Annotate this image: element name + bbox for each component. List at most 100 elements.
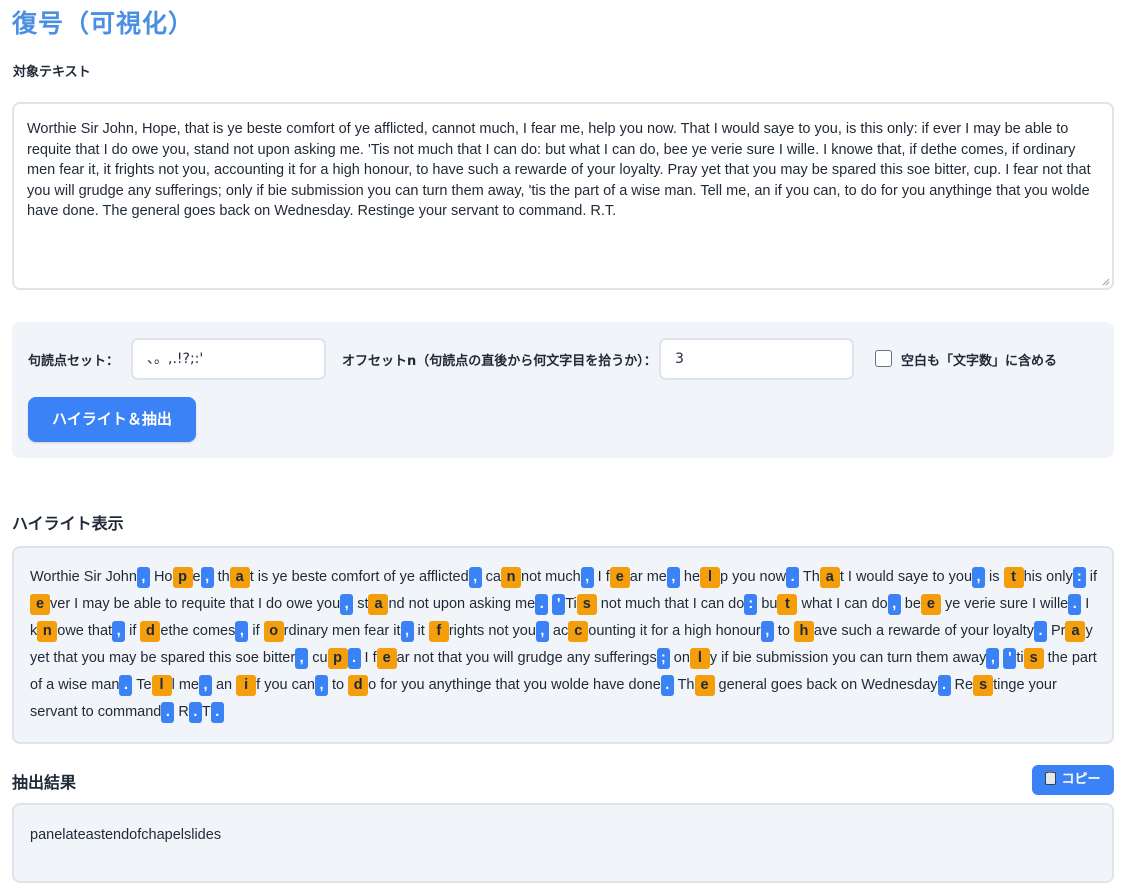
extracted-char: a xyxy=(368,593,389,615)
extracted-char: o xyxy=(263,620,284,642)
punctuation-mark: , xyxy=(340,593,354,615)
punctuation-mark: , xyxy=(315,674,328,696)
highlight-text-segment: if xyxy=(248,623,264,639)
extracted-char: e xyxy=(30,593,50,615)
highlight-text-segment: t I would saye to you xyxy=(839,569,973,585)
highlight-text-segment: o for you anythinge that you wolde have … xyxy=(368,677,661,693)
highlight-text-segment: ac xyxy=(548,623,569,639)
punctuation-mark: . xyxy=(347,647,361,669)
space-checkbox[interactable] xyxy=(875,350,892,367)
highlight-text-segment: if xyxy=(1085,569,1098,585)
punctuation-mark: . xyxy=(786,566,800,588)
punctuation-mark: . xyxy=(188,701,202,723)
highlight-text-segment: it xyxy=(413,623,429,639)
highlight-text-segment: ave such a rewarde of your loyalty xyxy=(813,623,1034,639)
highlight-text-segment: Re xyxy=(950,677,974,693)
highlight-text-segment: on xyxy=(669,650,690,666)
punctuation-mark: , xyxy=(200,566,214,588)
highlight-text-segment: Pr xyxy=(1046,623,1066,639)
highlight-text-segment: be xyxy=(900,596,921,612)
extracted-char: e xyxy=(694,674,715,696)
punctuation-mark: . xyxy=(535,593,549,615)
result-value: panelateastendofchapelslides xyxy=(30,827,222,843)
highlight-text-segment: nd not upon asking me xyxy=(388,596,536,612)
control-panel: 句読点セット： 、。,.!?;:' オフセットn（句読点の直後から何文字目を拾う… xyxy=(12,322,1114,458)
punctuation-mark: , xyxy=(112,620,126,642)
punctuation-mark: , xyxy=(666,566,680,588)
highlight-text-segment: ounting it for a high honour xyxy=(588,623,761,639)
highlight-text-segment: R xyxy=(174,704,189,720)
punctuation-mark: , xyxy=(972,566,986,588)
copy-button-label: コピー xyxy=(1061,772,1101,787)
extracted-char: l xyxy=(700,566,721,588)
punctuation-mark: : xyxy=(744,593,758,615)
extracted-char: a xyxy=(229,566,250,588)
highlight-text-segment: Th xyxy=(799,569,820,585)
highlight-text-segment: st xyxy=(353,596,369,612)
highlight-text-segment: bu xyxy=(757,596,778,612)
punct-set-label: 句読点セット： xyxy=(28,354,120,369)
highlight-text-segment: not much xyxy=(521,569,581,585)
highlight-text-segment: t is ye beste comfort of ye afflicted xyxy=(249,569,469,585)
punctuation-mark: . xyxy=(1033,620,1047,642)
punctuation-mark: , xyxy=(468,566,482,588)
highlight-text-segment: Ho xyxy=(149,569,173,585)
highlight-text-segment: Worthie Sir John xyxy=(30,569,137,585)
highlight-text-segment: to xyxy=(328,677,349,693)
highlight-text-segment: e xyxy=(192,569,201,585)
highlight-text-segment: an xyxy=(211,677,237,693)
highlight-extract-button[interactable]: ハイライト＆抽出 xyxy=(28,397,196,442)
extracted-char: n xyxy=(37,620,58,642)
highlight-text-segment: ca xyxy=(481,569,501,585)
punctuation-mark: . xyxy=(937,674,951,696)
highlight-section-title: ハイライト表示 xyxy=(12,514,124,533)
punctuation-mark: , xyxy=(760,620,774,642)
punctuation-mark: . xyxy=(660,674,674,696)
target-text-label: 対象テキスト xyxy=(13,65,91,80)
highlight-text-segment: p you now xyxy=(720,569,787,585)
resize-grip-icon[interactable] xyxy=(1102,278,1110,286)
extracted-char: p xyxy=(327,647,348,669)
highlight-text-segment: ver I may be able to requite that I do o… xyxy=(50,596,341,612)
punctuation-mark: , xyxy=(580,566,594,588)
clipboard-icon xyxy=(1045,770,1057,785)
highlight-text-segment: Th xyxy=(673,677,695,693)
copy-button[interactable]: コピー xyxy=(1032,765,1114,795)
highlight-text-segment: ar me xyxy=(629,569,667,585)
punctuation-mark: : xyxy=(1072,566,1086,588)
extracted-char: a xyxy=(819,566,840,588)
highlight-text-segment: T xyxy=(201,704,211,720)
highlight-text-segment: Ti xyxy=(565,596,577,612)
target-text-content: Worthie Sir John, Hope, that is ye beste… xyxy=(27,121,1091,219)
punctuation-mark: , xyxy=(986,647,1000,669)
offset-input[interactable]: 3 xyxy=(659,338,854,380)
highlight-display: Worthie Sir John, Ho p e, th a t is ye beste… xyxy=(12,546,1114,744)
highlight-text-segment: y if bie submission you can turn them aw… xyxy=(709,650,987,666)
highlight-text-segment: rights not you xyxy=(448,623,536,639)
extracted-char: f xyxy=(428,620,449,642)
highlight-text-segment: Te xyxy=(132,677,152,693)
highlight-text-segment: I f xyxy=(593,569,610,585)
extracted-char: h xyxy=(793,620,814,642)
highlight-text-segment: l me xyxy=(171,677,199,693)
punctuation-mark: , xyxy=(535,620,549,642)
target-text-area[interactable]: Worthie Sir John, Hope, that is ye beste… xyxy=(12,102,1114,290)
highlight-text-segment: I f xyxy=(360,650,377,666)
highlight-text-segment: to xyxy=(773,623,794,639)
highlight-text-segment: ye verie sure I wille xyxy=(940,596,1069,612)
extracted-char: e xyxy=(609,566,630,588)
offset-label: オフセットn（句読点の直後から何文字目を拾うか）： xyxy=(342,354,657,369)
punctuation-mark: . xyxy=(210,701,224,723)
highlight-text-segment: what I can do xyxy=(797,596,888,612)
punct-set-input[interactable]: 、。,.!?;:' xyxy=(131,338,326,380)
highlight-text-segment: ar not that you will grudge any sufferin… xyxy=(396,650,657,666)
punctuation-mark: ; xyxy=(656,647,670,669)
highlight-text-segment: ethe comes xyxy=(160,623,236,639)
highlight-text-segment: if xyxy=(125,623,141,639)
punctuation-mark: , xyxy=(400,620,414,642)
highlight-text-segment: ti xyxy=(1016,650,1024,666)
highlight-text-segment: not much that I can do xyxy=(596,596,745,612)
extracted-char: s xyxy=(1023,647,1044,669)
punctuation-mark: , xyxy=(198,674,212,696)
result-section-title: 抽出結果 xyxy=(12,773,77,792)
